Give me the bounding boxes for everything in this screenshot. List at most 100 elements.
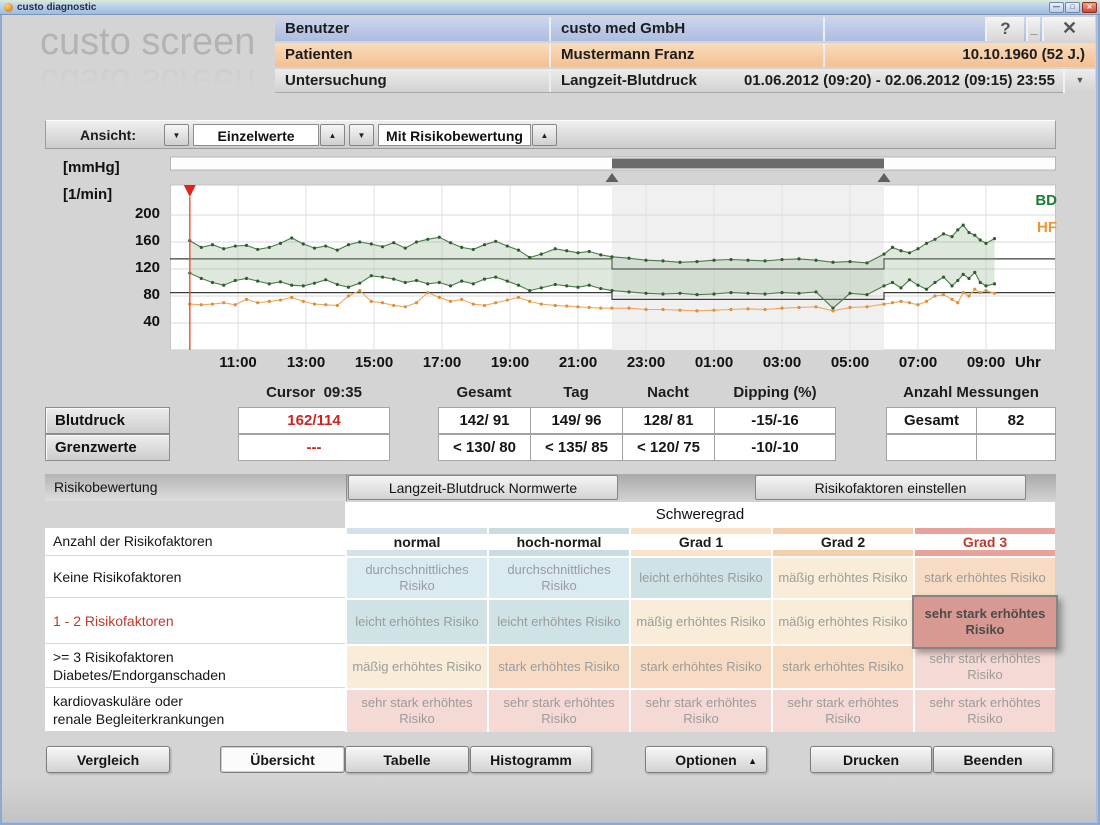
risk-matrix-cell: sehr stark erhöhtes Risiko (915, 690, 1055, 732)
data-point (245, 244, 248, 247)
risk-matrix-cell: sehr stark erhöhtes Risiko (347, 690, 487, 732)
data-point (234, 244, 237, 247)
gesamt-header: Gesamt (438, 380, 530, 406)
beenden-button[interactable]: Beenden (933, 746, 1053, 773)
risk-tab[interactable]: Risikobewertung (45, 474, 347, 501)
patienten-menu[interactable]: Patienten (285, 43, 545, 67)
data-point (916, 284, 919, 287)
data-point (438, 236, 441, 239)
y-tick-label: 40 (100, 313, 160, 330)
data-point (950, 298, 953, 301)
data-point (245, 298, 248, 301)
window-close-button[interactable]: ✕ (1082, 2, 1097, 13)
drucken-button[interactable]: Drucken (810, 746, 932, 773)
data-point (882, 284, 885, 287)
data-point (449, 241, 452, 244)
risk-matrix: Anzahl der Risikofaktorennormalhoch-norm… (45, 528, 1055, 732)
data-point (324, 278, 327, 281)
einzelwerte-up-button[interactable]: ▲ (320, 124, 345, 146)
window-title-bar[interactable]: custo diagnostic — □ ✕ (0, 0, 1100, 15)
benutzer-menu[interactable]: Benutzer (285, 17, 545, 41)
grenzwerte-count-empty (976, 434, 1056, 461)
data-point (336, 283, 339, 286)
nacht-header: Nacht (622, 380, 714, 406)
data-point (891, 246, 894, 249)
normwerte-button[interactable]: Langzeit-Blutdruck Normwerte (348, 475, 618, 500)
risikofaktoren-button[interactable]: Risikofaktoren einstellen (755, 475, 1026, 500)
data-point (200, 246, 203, 249)
bp-chart-section: [mmHg] [1/min] 2001601208040 11:0013:001… (45, 155, 1056, 383)
risiko-up-button[interactable]: ▲ (532, 124, 557, 146)
view-select-risikobewertung[interactable]: Mit Risikobewertung (378, 124, 531, 146)
data-point (415, 279, 418, 282)
blutdruck-row-button[interactable]: Blutdruck (45, 407, 170, 434)
bp-chart[interactable] (170, 155, 1056, 350)
x-tick-label: 11:00 (204, 354, 272, 371)
optionen-button[interactable]: Optionen ▲ (645, 746, 767, 773)
data-point (200, 277, 203, 280)
data-point (528, 256, 531, 259)
data-point (506, 298, 509, 301)
risk-matrix-cell: durchschnittliches Risiko (489, 558, 629, 598)
untersuchung-menu[interactable]: Untersuchung (285, 69, 545, 92)
risk-matrix-cell: durchschnittliches Risiko (347, 558, 487, 598)
tabelle-button[interactable]: Tabelle (345, 746, 469, 773)
data-point (780, 291, 783, 294)
view-toolbar: Ansicht: ▼ Einzelwerte ▲ ▼ Mit Risikobew… (45, 120, 1056, 149)
risk-matrix-corner-label: Anzahl der Risikofaktoren (45, 528, 345, 556)
data-point (268, 246, 271, 249)
data-point (302, 242, 305, 245)
window-minimize-button[interactable]: — (1049, 2, 1064, 13)
ansicht-dropdown-button[interactable]: ▼ (164, 124, 189, 146)
divider (549, 17, 551, 41)
app-close-button[interactable]: ✕ (1042, 17, 1095, 41)
data-point (483, 278, 486, 281)
data-point (678, 292, 681, 295)
data-point (695, 293, 698, 296)
data-point (404, 281, 407, 284)
exam-dropdown-button[interactable]: ▼ (1063, 69, 1095, 93)
data-point (942, 232, 945, 235)
data-point (392, 278, 395, 281)
data-point (494, 240, 497, 243)
data-point (313, 282, 316, 285)
messungen-count-cell: 82 (976, 407, 1056, 434)
data-point (916, 247, 919, 250)
data-point (472, 248, 475, 251)
data-point (324, 244, 327, 247)
data-point (404, 246, 407, 249)
uebersicht-button[interactable]: Übersicht (220, 746, 345, 773)
night-boundary-handle (606, 173, 619, 182)
data-point (404, 305, 407, 308)
bottom-panel (2, 778, 1096, 822)
y-tick-label: 200 (100, 205, 160, 222)
data-point (599, 307, 602, 310)
data-point (644, 308, 647, 311)
data-point (313, 303, 316, 306)
data-point (494, 276, 497, 279)
data-point (942, 293, 945, 296)
risk-matrix-cell: mäßig erhöhtes Risiko (773, 600, 913, 644)
data-point (797, 306, 800, 309)
app-logo: custo screen custo screen (40, 22, 275, 100)
vergleich-button[interactable]: Vergleich (46, 746, 170, 773)
data-point (554, 283, 557, 286)
histogramm-button[interactable]: Histogramm (470, 746, 592, 773)
data-point (797, 292, 800, 295)
window-maximize-button[interactable]: □ (1065, 2, 1080, 13)
grenzwerte-row-button[interactable]: Grenzwerte (45, 434, 170, 461)
risk-matrix-cell: stark erhöhtes Risiko (915, 558, 1055, 598)
data-point (381, 276, 384, 279)
data-point (908, 251, 911, 254)
risiko-dropdown-button[interactable]: ▼ (349, 124, 374, 146)
help-button[interactable]: ? (985, 17, 1024, 41)
view-select-einzelwerte[interactable]: Einzelwerte (193, 124, 319, 146)
blutdruck-nacht: 128/ 81 (622, 407, 715, 434)
risk-matrix-cell: leicht erhöhtes Risiko (489, 600, 629, 644)
data-point (973, 234, 976, 237)
app-minimize-button[interactable]: _ (1026, 17, 1040, 41)
data-point (540, 286, 543, 289)
data-point (528, 289, 531, 292)
data-point (324, 303, 327, 306)
x-tick-label: 01:00 (680, 354, 748, 371)
